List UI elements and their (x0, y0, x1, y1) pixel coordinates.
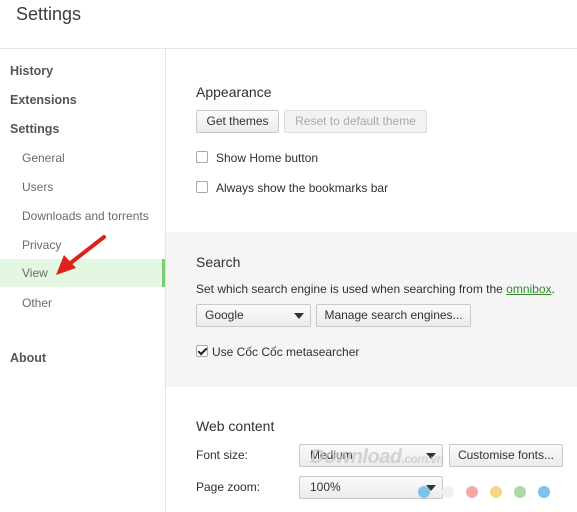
page-zoom-value: 100% (310, 480, 341, 494)
sidebar-item-general[interactable]: General (0, 144, 165, 172)
sidebar-item-downloads[interactable]: Downloads and torrents (0, 202, 165, 230)
search-description-text: Set which search engine is used when sea… (196, 282, 507, 296)
web-content-title: Web content (196, 418, 275, 434)
appearance-section: Appearance Get themes Reset to default t… (166, 49, 577, 232)
appearance-title: Appearance (196, 84, 272, 100)
download-watermark: Download.com.vn (310, 446, 444, 469)
get-themes-button[interactable]: Get themes (196, 110, 279, 133)
dot-icon (466, 486, 478, 498)
omnibox-link[interactable]: omnibox (506, 282, 551, 296)
header: Settings (0, 0, 577, 49)
show-home-checkbox[interactable] (196, 151, 208, 163)
show-bookmarks-checkbox[interactable] (196, 181, 208, 193)
sidebar-item-history[interactable]: History (0, 57, 165, 85)
sidebar-item-label: About (10, 351, 47, 365)
sidebar-item-label: Users (22, 180, 54, 194)
search-description-end: . (551, 282, 555, 296)
show-home-label: Show Home button (216, 151, 319, 165)
sidebar-item-extensions[interactable]: Extensions (0, 86, 165, 114)
sidebar-item-other[interactable]: Other (0, 289, 165, 317)
sidebar-item-label: Settings (10, 122, 60, 136)
chevron-down-icon (294, 313, 304, 319)
dot-icon (418, 486, 430, 498)
search-title: Search (196, 254, 241, 270)
sidebar: History Extensions Settings General User… (0, 49, 166, 512)
sidebar-item-about[interactable]: About (0, 344, 165, 372)
watermark-text: Download (310, 446, 402, 468)
sidebar-item-label: History (10, 64, 54, 78)
search-section: Search Set which search engine is used w… (166, 232, 577, 387)
sidebar-item-settings[interactable]: Settings (0, 115, 165, 143)
page-title: Settings (16, 4, 82, 24)
sidebar-item-label: Other (22, 296, 53, 310)
customise-fonts-button[interactable]: Customise fonts... (449, 444, 563, 467)
metasearcher-checkbox[interactable] (196, 345, 208, 357)
sidebar-item-users[interactable]: Users (0, 173, 165, 201)
manage-search-engines-button[interactable]: Manage search engines... (316, 304, 471, 327)
show-bookmarks-label: Always show the bookmarks bar (216, 181, 389, 195)
metasearcher-label: Use Cốc Cốc metasearcher (212, 345, 360, 359)
reset-theme-button[interactable]: Reset to default theme (284, 110, 427, 133)
dot-icon (442, 486, 454, 498)
settings-content: Appearance Get themes Reset to default t… (166, 49, 577, 512)
dot-icon (490, 486, 502, 498)
search-description: Set which search engine is used when sea… (196, 282, 555, 296)
search-engine-select[interactable]: Google (196, 304, 311, 327)
dot-icon (538, 486, 550, 498)
watermark-domain: .com.vn (401, 452, 444, 466)
font-size-label: Font size: (196, 448, 249, 462)
page-zoom-label: Page zoom: (196, 480, 261, 494)
sidebar-item-label: General (22, 151, 65, 165)
sidebar-item-label: Extensions (10, 93, 77, 107)
dot-icon (514, 486, 526, 498)
sidebar-item-label: Downloads and torrents (22, 209, 149, 223)
red-arrow-icon (56, 235, 106, 275)
search-engine-value: Google (205, 308, 244, 322)
